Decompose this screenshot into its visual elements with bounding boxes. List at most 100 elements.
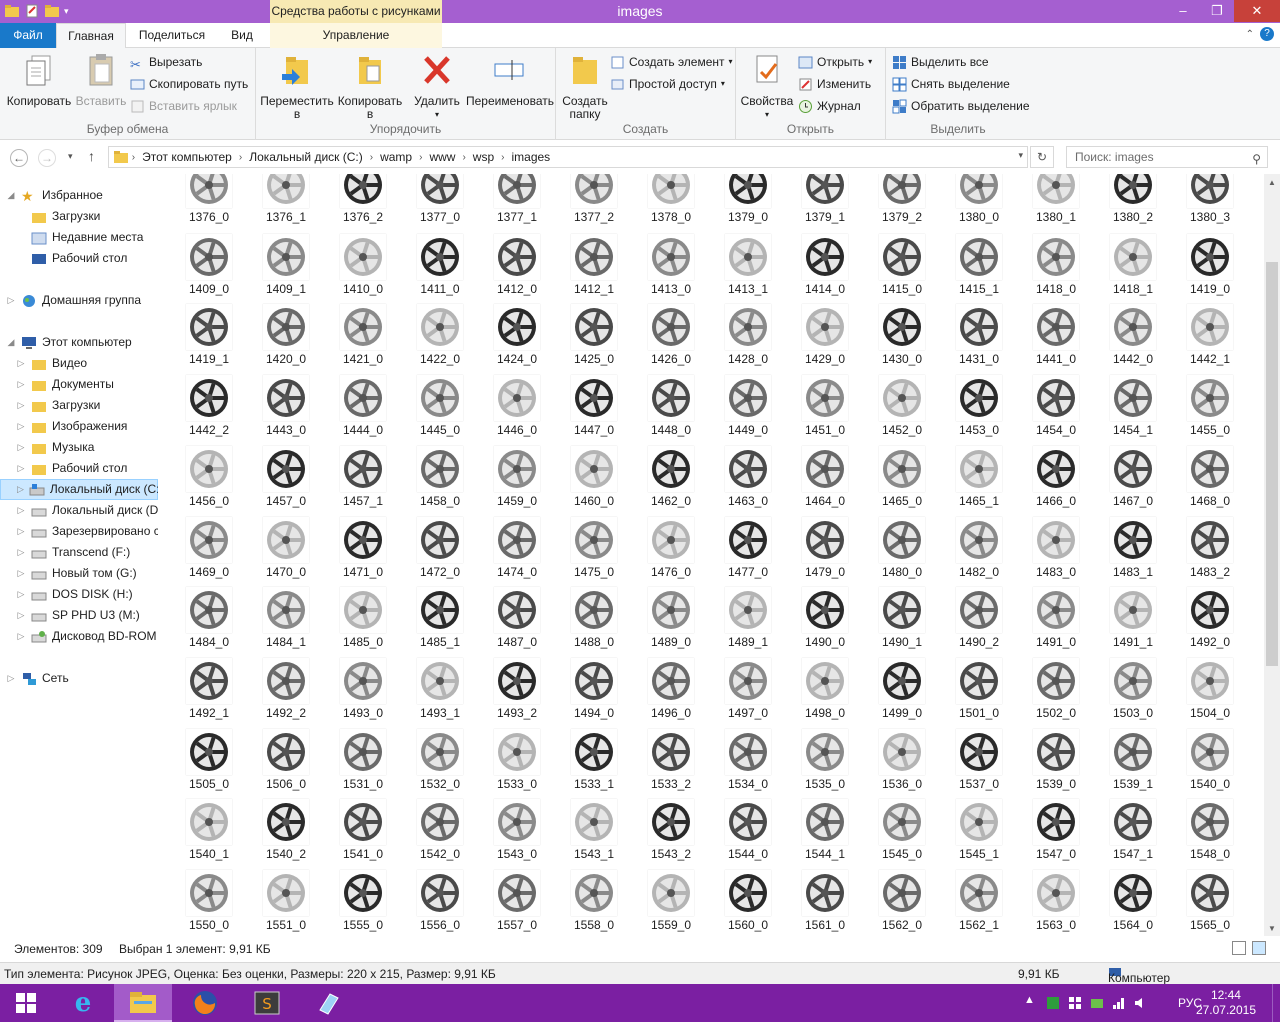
show-desktop-button[interactable] — [1272, 984, 1280, 1022]
file-thumbnail[interactable]: 1431_0 — [944, 304, 1014, 372]
breadcrumb-this-pc[interactable]: Этот компьютер — [135, 150, 239, 164]
file-thumbnail[interactable]: 1484_0 — [174, 587, 244, 655]
file-thumbnail[interactable]: 1441_0 — [1021, 304, 1091, 372]
collapse-arrow-icon[interactable]: ◢ — [6, 332, 16, 353]
file-thumbnail[interactable]: 1376_1 — [251, 174, 321, 230]
file-thumbnail[interactable]: 1449_0 — [713, 375, 783, 443]
file-thumbnail[interactable]: 1453_0 — [944, 375, 1014, 443]
file-thumbnail[interactable]: 1462_0 — [636, 445, 706, 514]
paste-shortcut-button[interactable]: Вставить ярлык — [130, 96, 237, 116]
help-icon[interactable]: ? — [1260, 27, 1274, 41]
file-thumbnail[interactable]: 1379_2 — [867, 174, 937, 230]
file-thumbnail[interactable]: 1377_0 — [405, 174, 475, 230]
file-thumbnail[interactable]: 1536_0 — [867, 728, 937, 797]
file-thumbnail[interactable]: 1447_0 — [559, 375, 629, 443]
file-thumbnail[interactable]: 1550_0 — [174, 870, 244, 936]
file-thumbnail[interactable]: 1545_0 — [867, 799, 937, 867]
file-thumbnail[interactable]: 1443_0 — [251, 375, 321, 443]
action-center-icon[interactable] — [1090, 996, 1104, 1010]
file-thumbnail[interactable]: 1561_0 — [790, 870, 860, 936]
file-thumbnail[interactable]: 1418_1 — [1098, 233, 1168, 302]
maximize-button[interactable]: ❐ — [1200, 0, 1234, 22]
file-thumbnail[interactable]: 1410_0 — [328, 233, 398, 302]
taskbar-sublime-text[interactable]: S — [238, 984, 296, 1022]
file-thumbnail[interactable]: 1412_0 — [482, 233, 552, 302]
nav-pc-downloads[interactable]: ▷ Загрузки — [16, 395, 101, 416]
breadcrumb-wsp[interactable]: wsp — [466, 150, 501, 164]
file-thumbnail[interactable]: 1464_0 — [790, 445, 860, 514]
file-thumbnail[interactable]: 1415_1 — [944, 233, 1014, 302]
copy-to-button[interactable]: Копировать в — [334, 52, 406, 121]
file-thumbnail[interactable]: 1378_0 — [636, 174, 706, 230]
file-thumbnail[interactable]: 1483_2 — [1175, 516, 1245, 585]
close-button[interactable]: ✕ — [1234, 0, 1280, 22]
nav-pc-transcend[interactable]: ▷ Transcend (F:) — [16, 542, 131, 563]
collapse-arrow-icon[interactable]: ◢ — [6, 185, 16, 206]
tab-home[interactable]: Главная — [56, 23, 126, 49]
file-thumbnail[interactable]: 1545_1 — [944, 799, 1014, 867]
recent-locations-icon[interactable]: ▾ — [68, 151, 73, 162]
file-thumbnail[interactable]: 1420_0 — [251, 304, 321, 372]
file-thumbnail[interactable]: 1425_0 — [559, 304, 629, 372]
file-thumbnail[interactable]: 1421_0 — [328, 304, 398, 372]
file-thumbnail[interactable]: 1429_0 — [790, 304, 860, 372]
file-thumbnail[interactable]: 1424_0 — [482, 304, 552, 372]
file-thumbnail[interactable]: 1475_0 — [559, 516, 629, 585]
rename-button[interactable]: Переименовать — [466, 52, 554, 108]
file-thumbnail[interactable]: 1413_0 — [636, 233, 706, 302]
file-thumbnail[interactable]: 1479_0 — [790, 516, 860, 585]
nav-pc-pictures[interactable]: ▷ Изображения — [16, 416, 128, 437]
scrollbar-thumb[interactable] — [1266, 262, 1278, 666]
nav-pc-drive-d[interactable]: ▷ Локальный диск (D:) — [16, 500, 158, 521]
nav-network[interactable]: ▷ Сеть — [6, 668, 69, 689]
file-thumbnail[interactable]: 1491_1 — [1098, 587, 1168, 655]
file-thumbnail[interactable]: 1482_0 — [944, 516, 1014, 585]
file-thumbnail[interactable]: 1419_1 — [174, 304, 244, 372]
file-thumbnail[interactable]: 1428_0 — [713, 304, 783, 372]
file-thumbnail[interactable]: 1492_0 — [1175, 587, 1245, 655]
file-thumbnail[interactable]: 1564_0 — [1098, 870, 1168, 936]
file-thumbnail[interactable]: 1505_0 — [174, 728, 244, 797]
file-thumbnail[interactable]: 1563_0 — [1021, 870, 1091, 936]
file-thumbnail[interactable]: 1540_1 — [174, 799, 244, 867]
file-thumbnail[interactable]: 1499_0 — [867, 657, 937, 726]
file-thumbnail[interactable]: 1541_0 — [328, 799, 398, 867]
breadcrumb-wamp[interactable]: wamp — [373, 150, 419, 164]
file-thumbnail[interactable]: 1559_0 — [636, 870, 706, 936]
file-thumbnail[interactable]: 1412_1 — [559, 233, 629, 302]
file-thumbnail[interactable]: 1502_0 — [1021, 657, 1091, 726]
file-thumbnail[interactable]: 1418_0 — [1021, 233, 1091, 302]
file-thumbnail[interactable]: 1497_0 — [713, 657, 783, 726]
nav-pc-desktop[interactable]: ▷ Рабочий стол — [16, 458, 128, 479]
file-thumbnail[interactable]: 1474_0 — [482, 516, 552, 585]
cut-button[interactable]: ✂ Вырезать — [130, 52, 202, 72]
taskbar-internet-explorer[interactable]: e — [54, 984, 112, 1022]
file-thumbnail[interactable]: 1547_0 — [1021, 799, 1091, 867]
file-thumbnail[interactable]: 1533_0 — [482, 728, 552, 797]
file-thumbnail[interactable]: 1483_0 — [1021, 516, 1091, 585]
copy-button[interactable]: Копировать — [6, 52, 72, 108]
file-thumbnail[interactable]: 1470_0 — [251, 516, 321, 585]
file-thumbnail[interactable]: 1415_0 — [867, 233, 937, 302]
file-thumbnail[interactable]: 1555_0 — [328, 870, 398, 936]
file-thumbnail[interactable]: 1485_0 — [328, 587, 398, 655]
file-thumbnail[interactable]: 1490_0 — [790, 587, 860, 655]
file-thumbnail[interactable]: 1487_0 — [482, 587, 552, 655]
search-input[interactable]: Поиск: images ⚲ — [1066, 146, 1268, 168]
file-thumbnail[interactable]: 1493_1 — [405, 657, 475, 726]
file-thumbnail[interactable]: 1485_1 — [405, 587, 475, 655]
edit-button[interactable]: Изменить — [798, 74, 871, 94]
address-box[interactable]: › Этот компьютер › Локальный диск (C:) › w… — [108, 146, 1028, 168]
nav-pc-documents[interactable]: ▷ Документы — [16, 374, 114, 395]
forward-button[interactable]: → — [38, 149, 56, 167]
file-thumbnail[interactable]: 1492_1 — [174, 657, 244, 726]
file-thumbnail[interactable]: 1562_0 — [867, 870, 937, 936]
file-thumbnail[interactable]: 1543_2 — [636, 799, 706, 867]
file-thumbnail[interactable]: 1457_1 — [328, 445, 398, 514]
file-thumbnail[interactable]: 1460_0 — [559, 445, 629, 514]
easy-access-button[interactable]: Простой доступ ▾ — [610, 74, 725, 94]
clock[interactable]: 12:44 27.07.2015 — [1196, 988, 1256, 1018]
file-thumbnail[interactable]: 1454_1 — [1098, 375, 1168, 443]
file-thumbnail[interactable]: 1548_0 — [1175, 799, 1245, 867]
file-thumbnail[interactable]: 1430_0 — [867, 304, 937, 372]
